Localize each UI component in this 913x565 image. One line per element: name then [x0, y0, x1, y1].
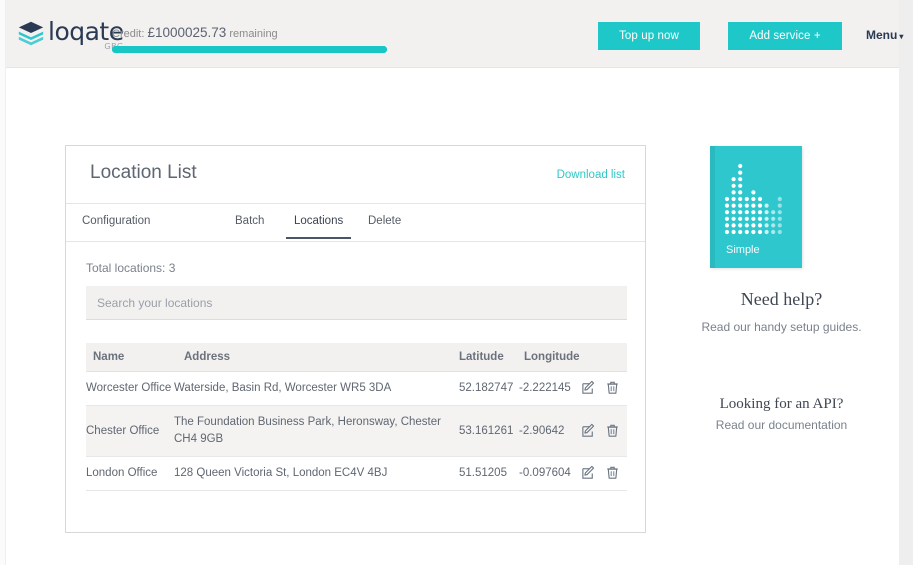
credit-amount: £1000025.73 [147, 25, 227, 40]
cell-actions [581, 456, 627, 491]
total-locations-label: Total locations: 3 [86, 261, 625, 275]
edit-icon[interactable] [581, 465, 596, 480]
table-row: London Office 128 Queen Victoria St, Lon… [86, 456, 627, 491]
column-header-latitude: Latitude [459, 343, 519, 372]
tab-bar: Configuration Batch Locations Delete [66, 204, 645, 242]
credit-remaining-label: remaining [229, 28, 278, 40]
cell-latitude: 52.182747 [459, 371, 519, 406]
cell-latitude: 51.51205 [459, 456, 519, 491]
card-header: Location List Download list [66, 146, 645, 204]
page-left-gutter [0, 0, 6, 565]
cell-actions [581, 405, 627, 457]
column-header-longitude: Longitude [519, 343, 581, 372]
cell-longitude: -2.90642 [519, 405, 581, 457]
page-scrollbar[interactable] [899, 0, 913, 565]
cell-longitude: -0.097604 [519, 456, 581, 491]
tab-configuration[interactable]: Configuration [82, 215, 150, 238]
top-header-bar: loqate GBG Credit: £1000025.73 remaining… [6, 0, 903, 68]
cell-address: The Foundation Business Park, Heronsway,… [174, 405, 459, 457]
credit-progress-fill [112, 46, 387, 53]
total-locations-text: Total locations: [86, 261, 166, 275]
table-header-row: Name Address Latitude Longitude [86, 343, 627, 372]
locations-table: Name Address Latitude Longitude Worceste… [86, 343, 627, 491]
cell-name: Worcester Office [86, 371, 174, 406]
tab-delete[interactable]: Delete [368, 215, 401, 238]
credit-label: Credit: [112, 28, 145, 40]
cell-name: Chester Office [86, 405, 174, 457]
download-list-link[interactable]: Download list [557, 169, 625, 181]
table-head: Name Address Latitude Longitude [86, 343, 627, 372]
cell-address: 128 Queen Victoria St, London EC4V 4BJ [174, 456, 459, 491]
edit-icon[interactable] [581, 380, 596, 395]
tab-locations[interactable]: Locations [285, 215, 352, 239]
top-up-now-button[interactable]: Top up now [598, 22, 700, 50]
credit-block: Credit: £1000025.73 remaining [112, 25, 387, 53]
tab-batch[interactable]: Batch [235, 215, 264, 238]
setup-guides-link[interactable]: Read our handy setup guides. [650, 320, 913, 334]
credit-text: Credit: £1000025.73 remaining [112, 25, 387, 40]
search-input[interactable] [86, 286, 627, 320]
table-row: Worcester Office Waterside, Basin Rd, Wo… [86, 371, 627, 406]
chevron-down-icon: ▾ [899, 32, 904, 41]
menu-label: Menu [866, 28, 898, 42]
table-body: Worcester Office Waterside, Basin Rd, Wo… [86, 371, 627, 491]
looking-for-api-title: Looking for an API? [719, 396, 844, 412]
simple-promo-tile[interactable]: Simple [710, 146, 802, 268]
documentation-link[interactable]: Read our documentation [650, 418, 913, 432]
page-root: loqate GBG Credit: £1000025.73 remaining… [0, 0, 913, 565]
table-row: Chester Office The Foundation Business P… [86, 405, 627, 457]
promo-tile-spine [710, 146, 715, 268]
need-help-title: Need help? [740, 289, 823, 309]
promo-tile-label: Simple [726, 244, 760, 256]
column-header-address: Address [174, 343, 459, 372]
cell-actions [581, 371, 627, 406]
column-header-actions [581, 343, 627, 372]
edit-icon[interactable] [581, 423, 596, 438]
add-service-button[interactable]: Add service + [728, 22, 842, 50]
loqate-logo[interactable]: loqate GBG [16, 18, 124, 51]
trash-icon[interactable] [605, 465, 620, 480]
cell-longitude: -2.222145 [519, 371, 581, 406]
loqate-logo-icon [16, 18, 46, 48]
trash-icon[interactable] [605, 380, 620, 395]
dot-matrix-icon [724, 163, 782, 235]
card-body: Total locations: 3 Name Address Latitude… [66, 261, 645, 491]
cell-latitude: 53.161261 [459, 405, 519, 457]
menu-dropdown-button[interactable]: Menu ▾ [866, 28, 903, 42]
page-title: Location List [90, 162, 197, 183]
cell-name: London Office [86, 456, 174, 491]
column-header-name: Name [86, 343, 174, 372]
credit-progress-bar [112, 46, 387, 53]
total-locations-count: 3 [168, 261, 176, 275]
cell-address: Waterside, Basin Rd, Worcester WR5 3DA [174, 371, 459, 406]
trash-icon[interactable] [605, 423, 620, 438]
location-list-card: Location List Download list Configuratio… [65, 145, 646, 533]
